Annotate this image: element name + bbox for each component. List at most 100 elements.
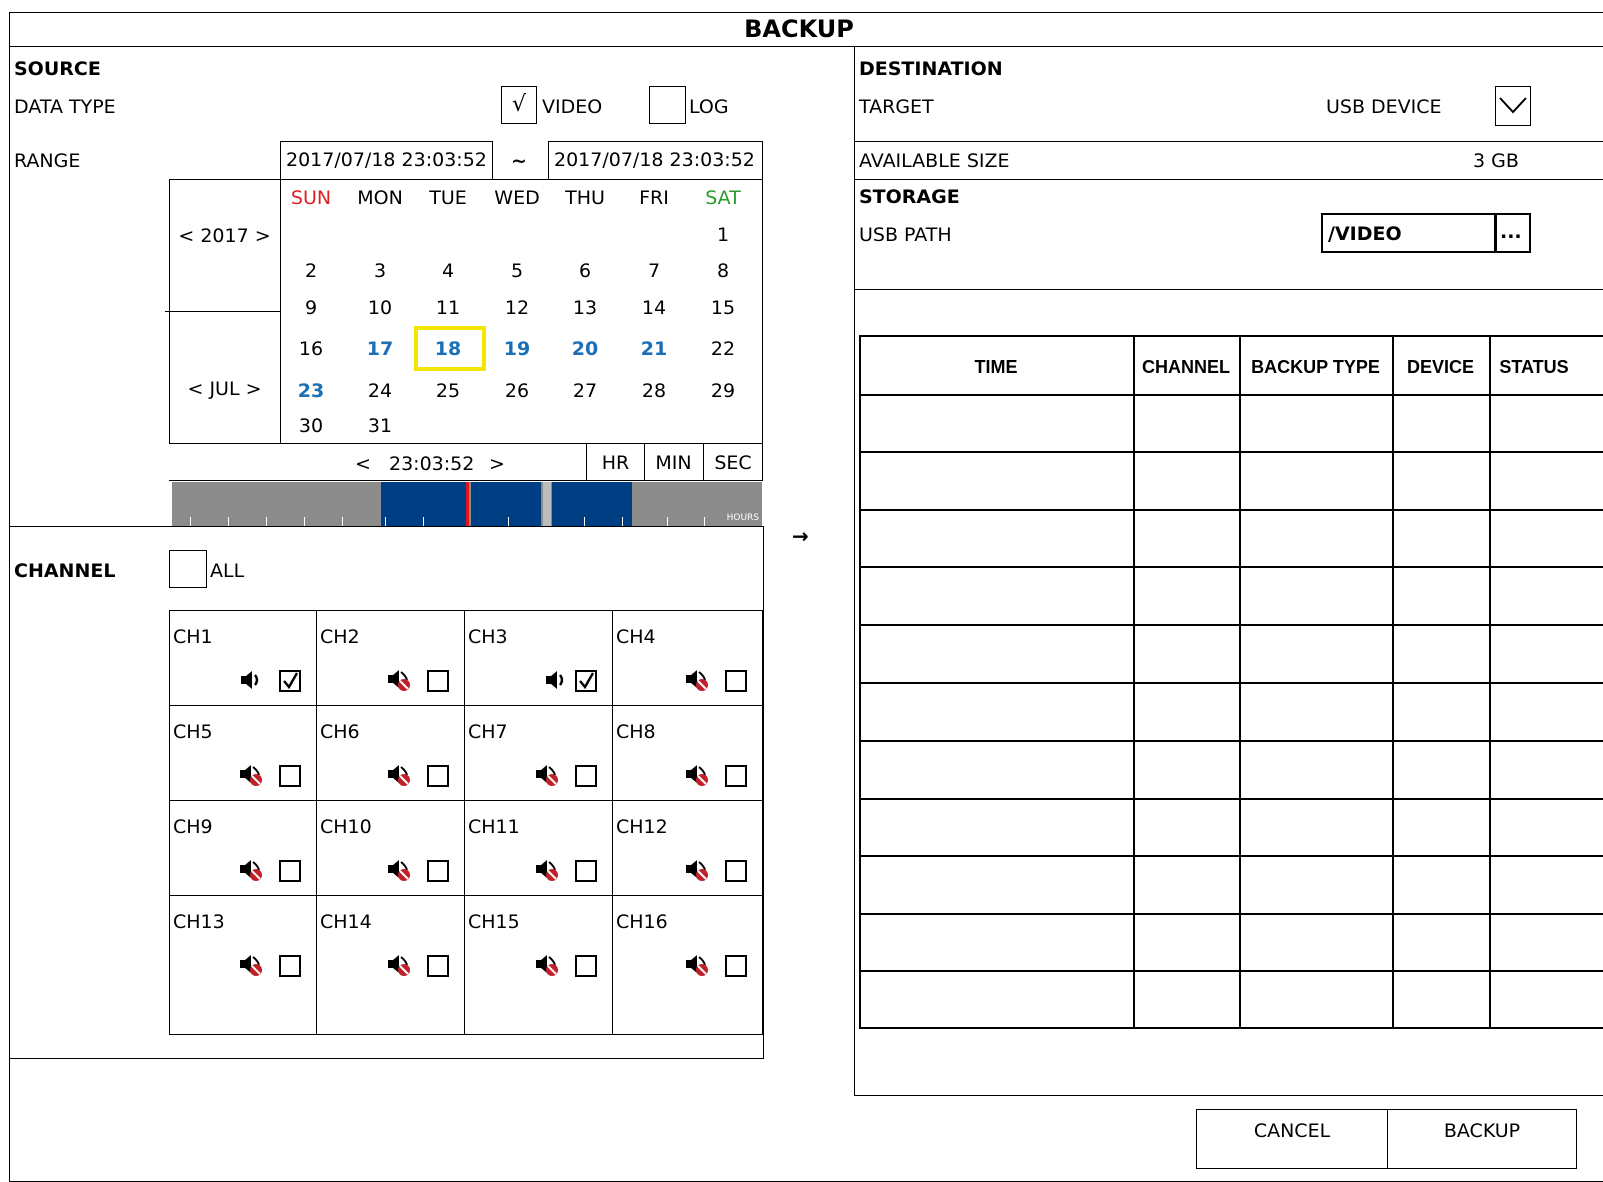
calendar-day[interactable]: 12 xyxy=(486,297,548,319)
channel-checkbox[interactable] xyxy=(725,670,747,692)
speaker-muted-icon xyxy=(536,955,558,976)
table-row[interactable] xyxy=(859,855,1603,857)
channel-checkbox[interactable] xyxy=(575,765,597,787)
calendar-day[interactable]: 26 xyxy=(486,380,548,402)
channel-name: CH11 xyxy=(468,816,520,838)
speaker-on-icon[interactable] xyxy=(238,667,264,693)
speaker-muted-icon[interactable] xyxy=(534,762,560,788)
calendar-day[interactable]: 24 xyxy=(349,380,411,402)
speaker-muted-icon[interactable] xyxy=(534,857,560,883)
calendar-day[interactable]: 9 xyxy=(280,297,342,319)
calendar-day[interactable]: 22 xyxy=(692,338,754,360)
calendar-day[interactable]: 19 xyxy=(486,338,548,360)
calendar-day[interactable]: 16 xyxy=(280,338,342,360)
channel-checkbox[interactable] xyxy=(427,670,449,692)
channel-checkbox[interactable] xyxy=(279,955,301,977)
table-row[interactable] xyxy=(859,566,1603,568)
calendar-day[interactable]: 8 xyxy=(692,260,754,282)
calendar-day[interactable]: 21 xyxy=(623,338,685,360)
table-row[interactable] xyxy=(859,624,1603,626)
usb-path-label: USB PATH xyxy=(859,224,952,246)
speaker-muted-icon[interactable] xyxy=(684,667,710,693)
speaker-muted-icon[interactable] xyxy=(684,857,710,883)
available-size-label: AVAILABLE SIZE xyxy=(859,150,1010,172)
channel-checkbox[interactable] xyxy=(279,670,301,692)
browse-button[interactable]: ... xyxy=(1495,213,1531,253)
table-row[interactable] xyxy=(859,682,1603,684)
calendar-day[interactable]: 31 xyxy=(349,415,411,437)
table-row[interactable] xyxy=(859,798,1603,800)
calendar-day[interactable]: 6 xyxy=(554,260,616,282)
channel-checkbox[interactable] xyxy=(279,860,301,882)
speaker-muted-icon[interactable] xyxy=(684,762,710,788)
backup-button[interactable]: BACKUP xyxy=(1387,1109,1577,1169)
calendar-day[interactable]: 14 xyxy=(623,297,685,319)
year-selector[interactable]: < 2017 > xyxy=(169,225,280,247)
calendar-day[interactable]: 5 xyxy=(486,260,548,282)
calendar-day[interactable]: 1 xyxy=(692,224,754,246)
hr-button[interactable]: HR xyxy=(586,443,645,481)
calendar-day[interactable]: 4 xyxy=(417,260,479,282)
all-channels-checkbox[interactable] xyxy=(169,550,207,588)
calendar-day[interactable]: 29 xyxy=(692,380,754,402)
speaker-muted-icon[interactable] xyxy=(238,952,264,978)
calendar-day[interactable]: 13 xyxy=(554,297,616,319)
calendar-day[interactable]: 7 xyxy=(623,260,685,282)
calendar-day[interactable]: 11 xyxy=(417,297,479,319)
range-end-field[interactable]: 2017/07/18 23:03:52 xyxy=(548,141,763,180)
calendar-day[interactable]: 10 xyxy=(349,297,411,319)
table-row[interactable] xyxy=(859,740,1603,742)
table-row[interactable] xyxy=(859,913,1603,915)
speaker-muted-icon[interactable] xyxy=(386,952,412,978)
log-checkbox[interactable] xyxy=(649,86,686,124)
min-button[interactable]: MIN xyxy=(644,443,704,481)
calendar-day[interactable]: 2 xyxy=(280,260,342,282)
table-row[interactable] xyxy=(859,509,1603,511)
calendar-day[interactable]: 3 xyxy=(349,260,411,282)
table-row[interactable] xyxy=(859,451,1603,453)
channel-checkbox[interactable] xyxy=(427,955,449,977)
speaker-muted-icon[interactable] xyxy=(386,762,412,788)
speaker-on-icon[interactable] xyxy=(543,667,569,693)
target-dropdown-button[interactable] xyxy=(1495,86,1531,126)
channel-checkbox[interactable] xyxy=(575,670,597,692)
speaker-muted-icon[interactable] xyxy=(534,952,560,978)
calendar-day[interactable]: 17 xyxy=(349,338,411,360)
channel-checkbox[interactable] xyxy=(279,765,301,787)
video-checkbox[interactable]: √ xyxy=(501,86,537,124)
timeline-cursor[interactable] xyxy=(466,482,469,526)
speaker-muted-icon[interactable] xyxy=(684,952,710,978)
timeline-units-label: HOURS xyxy=(726,513,759,523)
range-start-field[interactable]: 2017/07/18 23:03:52 xyxy=(280,141,493,180)
cancel-button[interactable]: CANCEL xyxy=(1196,1109,1388,1169)
timeline[interactable]: HOURS xyxy=(172,482,762,526)
channel-checkbox[interactable] xyxy=(427,765,449,787)
calendar-day[interactable]: 20 xyxy=(554,338,616,360)
calendar-day[interactable]: 28 xyxy=(623,380,685,402)
speaker-muted-icon[interactable] xyxy=(386,667,412,693)
table-row[interactable] xyxy=(859,394,1603,396)
time-next-button[interactable]: > xyxy=(489,453,505,475)
month-selector[interactable]: < JUL > xyxy=(169,378,280,400)
channel-checkbox[interactable] xyxy=(575,955,597,977)
sec-button[interactable]: SEC xyxy=(704,452,762,474)
table-row[interactable] xyxy=(859,970,1603,972)
calendar-day[interactable]: 30 xyxy=(280,415,342,437)
channel-checkbox[interactable] xyxy=(575,860,597,882)
speaker-muted-icon[interactable] xyxy=(386,857,412,883)
speaker-muted-icon xyxy=(536,860,558,881)
channel-name: CH16 xyxy=(616,911,668,933)
channel-checkbox[interactable] xyxy=(725,955,747,977)
channel-checkbox[interactable] xyxy=(725,860,747,882)
channel-checkbox[interactable] xyxy=(725,765,747,787)
speaker-muted-icon[interactable] xyxy=(238,762,264,788)
channel-checkbox[interactable] xyxy=(427,860,449,882)
calendar-day[interactable]: 23 xyxy=(280,380,342,402)
timeline-tick xyxy=(190,517,191,526)
time-prev-button[interactable]: < xyxy=(355,453,371,475)
calendar-day[interactable]: 25 xyxy=(417,380,479,402)
speaker-muted-icon[interactable] xyxy=(238,857,264,883)
calendar-day[interactable]: 15 xyxy=(692,297,754,319)
calendar-day[interactable]: 27 xyxy=(554,380,616,402)
usb-path-field[interactable]: /VIDEO xyxy=(1321,213,1496,253)
